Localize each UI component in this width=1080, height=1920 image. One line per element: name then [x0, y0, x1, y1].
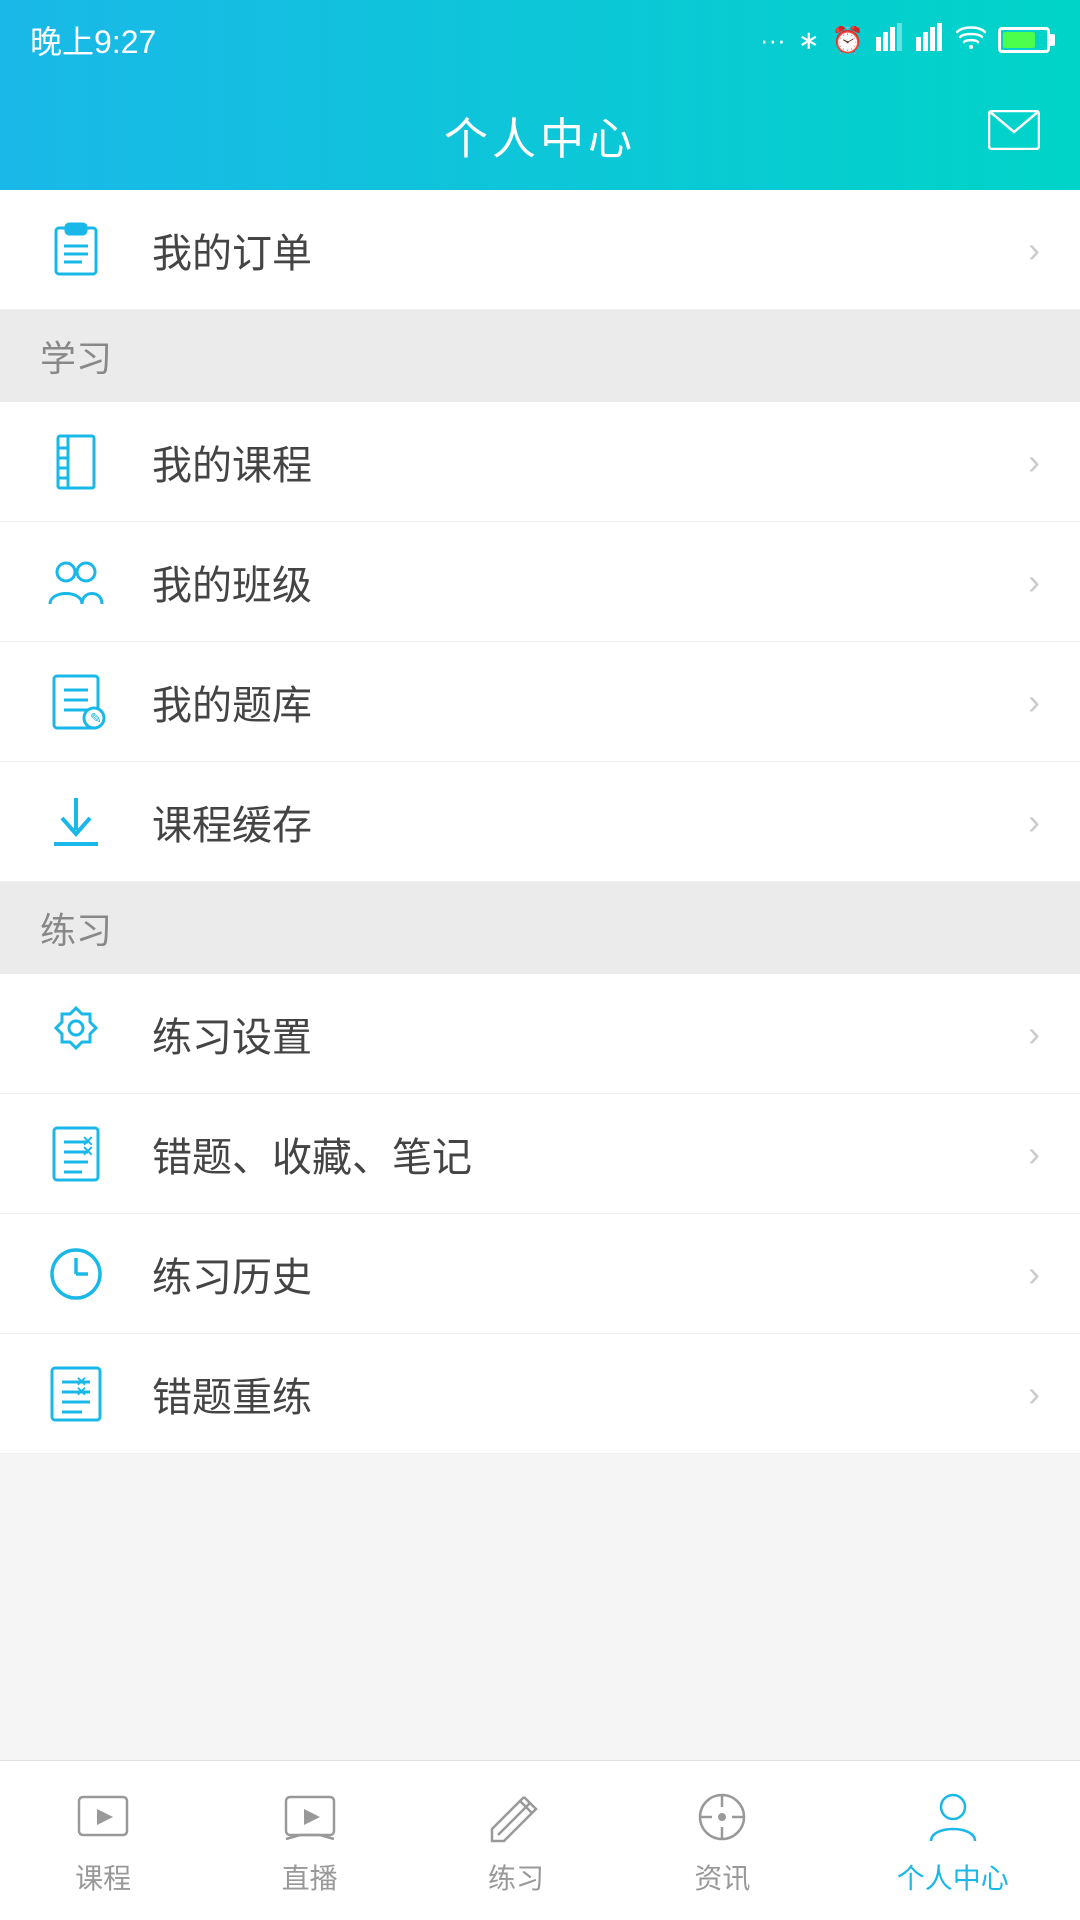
- nav-item-live[interactable]: 直播: [258, 1775, 362, 1907]
- page-title: 个人中心: [444, 103, 636, 167]
- study-section: 我的课程 › 我的班级 ›: [0, 402, 1080, 882]
- arrow-icon: ›: [1028, 561, 1040, 603]
- menu-item-wrong-collect-note[interactable]: ✕ ✕ 错题、收藏、笔记 ›: [0, 1094, 1080, 1214]
- gear-settings-icon: [40, 998, 112, 1070]
- book-icon: [40, 426, 112, 498]
- content-area: 我的订单 › 学习 我的课程 ›: [0, 190, 1080, 1760]
- menu-item-course-cache[interactable]: 课程缓存 ›: [0, 762, 1080, 882]
- arrow-icon: ›: [1028, 1253, 1040, 1295]
- clock-icon: [40, 1238, 112, 1310]
- my-courses-label: 我的课程: [152, 433, 1028, 491]
- arrow-icon: ›: [1028, 229, 1040, 271]
- signal2-icon: [916, 23, 944, 58]
- mail-icon[interactable]: [988, 110, 1040, 160]
- practice-settings-label: 练习设置: [152, 1005, 1028, 1063]
- menu-item-my-orders[interactable]: 我的订单 ›: [0, 190, 1080, 310]
- my-questions-label: 我的题库: [152, 673, 1028, 731]
- clipboard-icon: [40, 214, 112, 286]
- arrow-icon: ›: [1028, 681, 1040, 723]
- dots-icon: ···: [760, 25, 786, 56]
- svg-text:✕: ✕: [76, 1384, 87, 1399]
- menu-item-practice-settings[interactable]: 练习设置 ›: [0, 974, 1080, 1094]
- course-cache-label: 课程缓存: [152, 793, 1028, 851]
- nav-profile-label: 个人中心: [897, 1857, 1009, 1897]
- nav-item-profile[interactable]: 个人中心: [877, 1775, 1029, 1907]
- arrow-icon: ›: [1028, 1373, 1040, 1415]
- pencil-icon: [484, 1785, 548, 1849]
- status-bar: 晚上9:27 ··· ∗ ⏰: [0, 0, 1080, 80]
- page-header: 个人中心: [0, 80, 1080, 190]
- study-section-header: 学习: [0, 310, 1080, 402]
- bottom-navigation: 课程 直播 练习: [0, 1760, 1080, 1920]
- svg-text:✕: ✕: [82, 1143, 94, 1159]
- arrow-icon: ›: [1028, 441, 1040, 483]
- status-icons: ··· ∗ ⏰: [760, 23, 1050, 58]
- practice-section-header: 练习: [0, 882, 1080, 974]
- status-time: 晚上9:27: [30, 17, 156, 63]
- person-icon: [921, 1785, 985, 1849]
- question-icon: ✎: [40, 666, 112, 738]
- alarm-icon: ⏰: [832, 25, 864, 56]
- orders-section: 我的订单 ›: [0, 190, 1080, 310]
- menu-item-my-class[interactable]: 我的班级 ›: [0, 522, 1080, 642]
- nav-practice-label: 练习: [488, 1857, 544, 1897]
- nav-item-news[interactable]: 资讯: [670, 1775, 774, 1907]
- nav-item-practice[interactable]: 练习: [464, 1775, 568, 1907]
- my-class-label: 我的班级: [152, 553, 1028, 611]
- menu-item-my-questions[interactable]: ✎ 我的题库 ›: [0, 642, 1080, 762]
- battery-icon: [998, 27, 1050, 53]
- signal1-icon: [876, 23, 904, 58]
- svg-text:✎: ✎: [90, 710, 102, 726]
- live-icon: [278, 1785, 342, 1849]
- nav-item-courses[interactable]: 课程: [51, 1775, 155, 1907]
- group-icon: [40, 546, 112, 618]
- practice-history-label: 练习历史: [152, 1245, 1028, 1303]
- wrong-collect-note-label: 错题、收藏、笔记: [152, 1125, 1028, 1183]
- nav-courses-label: 课程: [75, 1857, 131, 1897]
- my-orders-label: 我的订单: [152, 221, 1028, 279]
- wrong-retrain-label: 错题重练: [152, 1365, 1028, 1423]
- practice-section: 练习设置 › ✕ ✕ 错题、收藏、笔记 ›: [0, 974, 1080, 1454]
- menu-item-wrong-retrain[interactable]: ✕ ✕ 错题重练 ›: [0, 1334, 1080, 1454]
- nav-news-label: 资讯: [694, 1857, 750, 1897]
- wifi-icon: [956, 24, 986, 57]
- bluetooth-icon: ∗: [798, 25, 820, 56]
- retry-icon: ✕ ✕: [40, 1358, 112, 1430]
- play-icon: [71, 1785, 135, 1849]
- arrow-icon: ›: [1028, 1013, 1040, 1055]
- news-icon: [690, 1785, 754, 1849]
- nav-live-label: 直播: [282, 1857, 338, 1897]
- menu-item-my-courses[interactable]: 我的课程 ›: [0, 402, 1080, 522]
- arrow-icon: ›: [1028, 801, 1040, 843]
- download-icon: [40, 786, 112, 858]
- list-check-icon: ✕ ✕: [40, 1118, 112, 1190]
- menu-item-practice-history[interactable]: 练习历史 ›: [0, 1214, 1080, 1334]
- arrow-icon: ›: [1028, 1133, 1040, 1175]
